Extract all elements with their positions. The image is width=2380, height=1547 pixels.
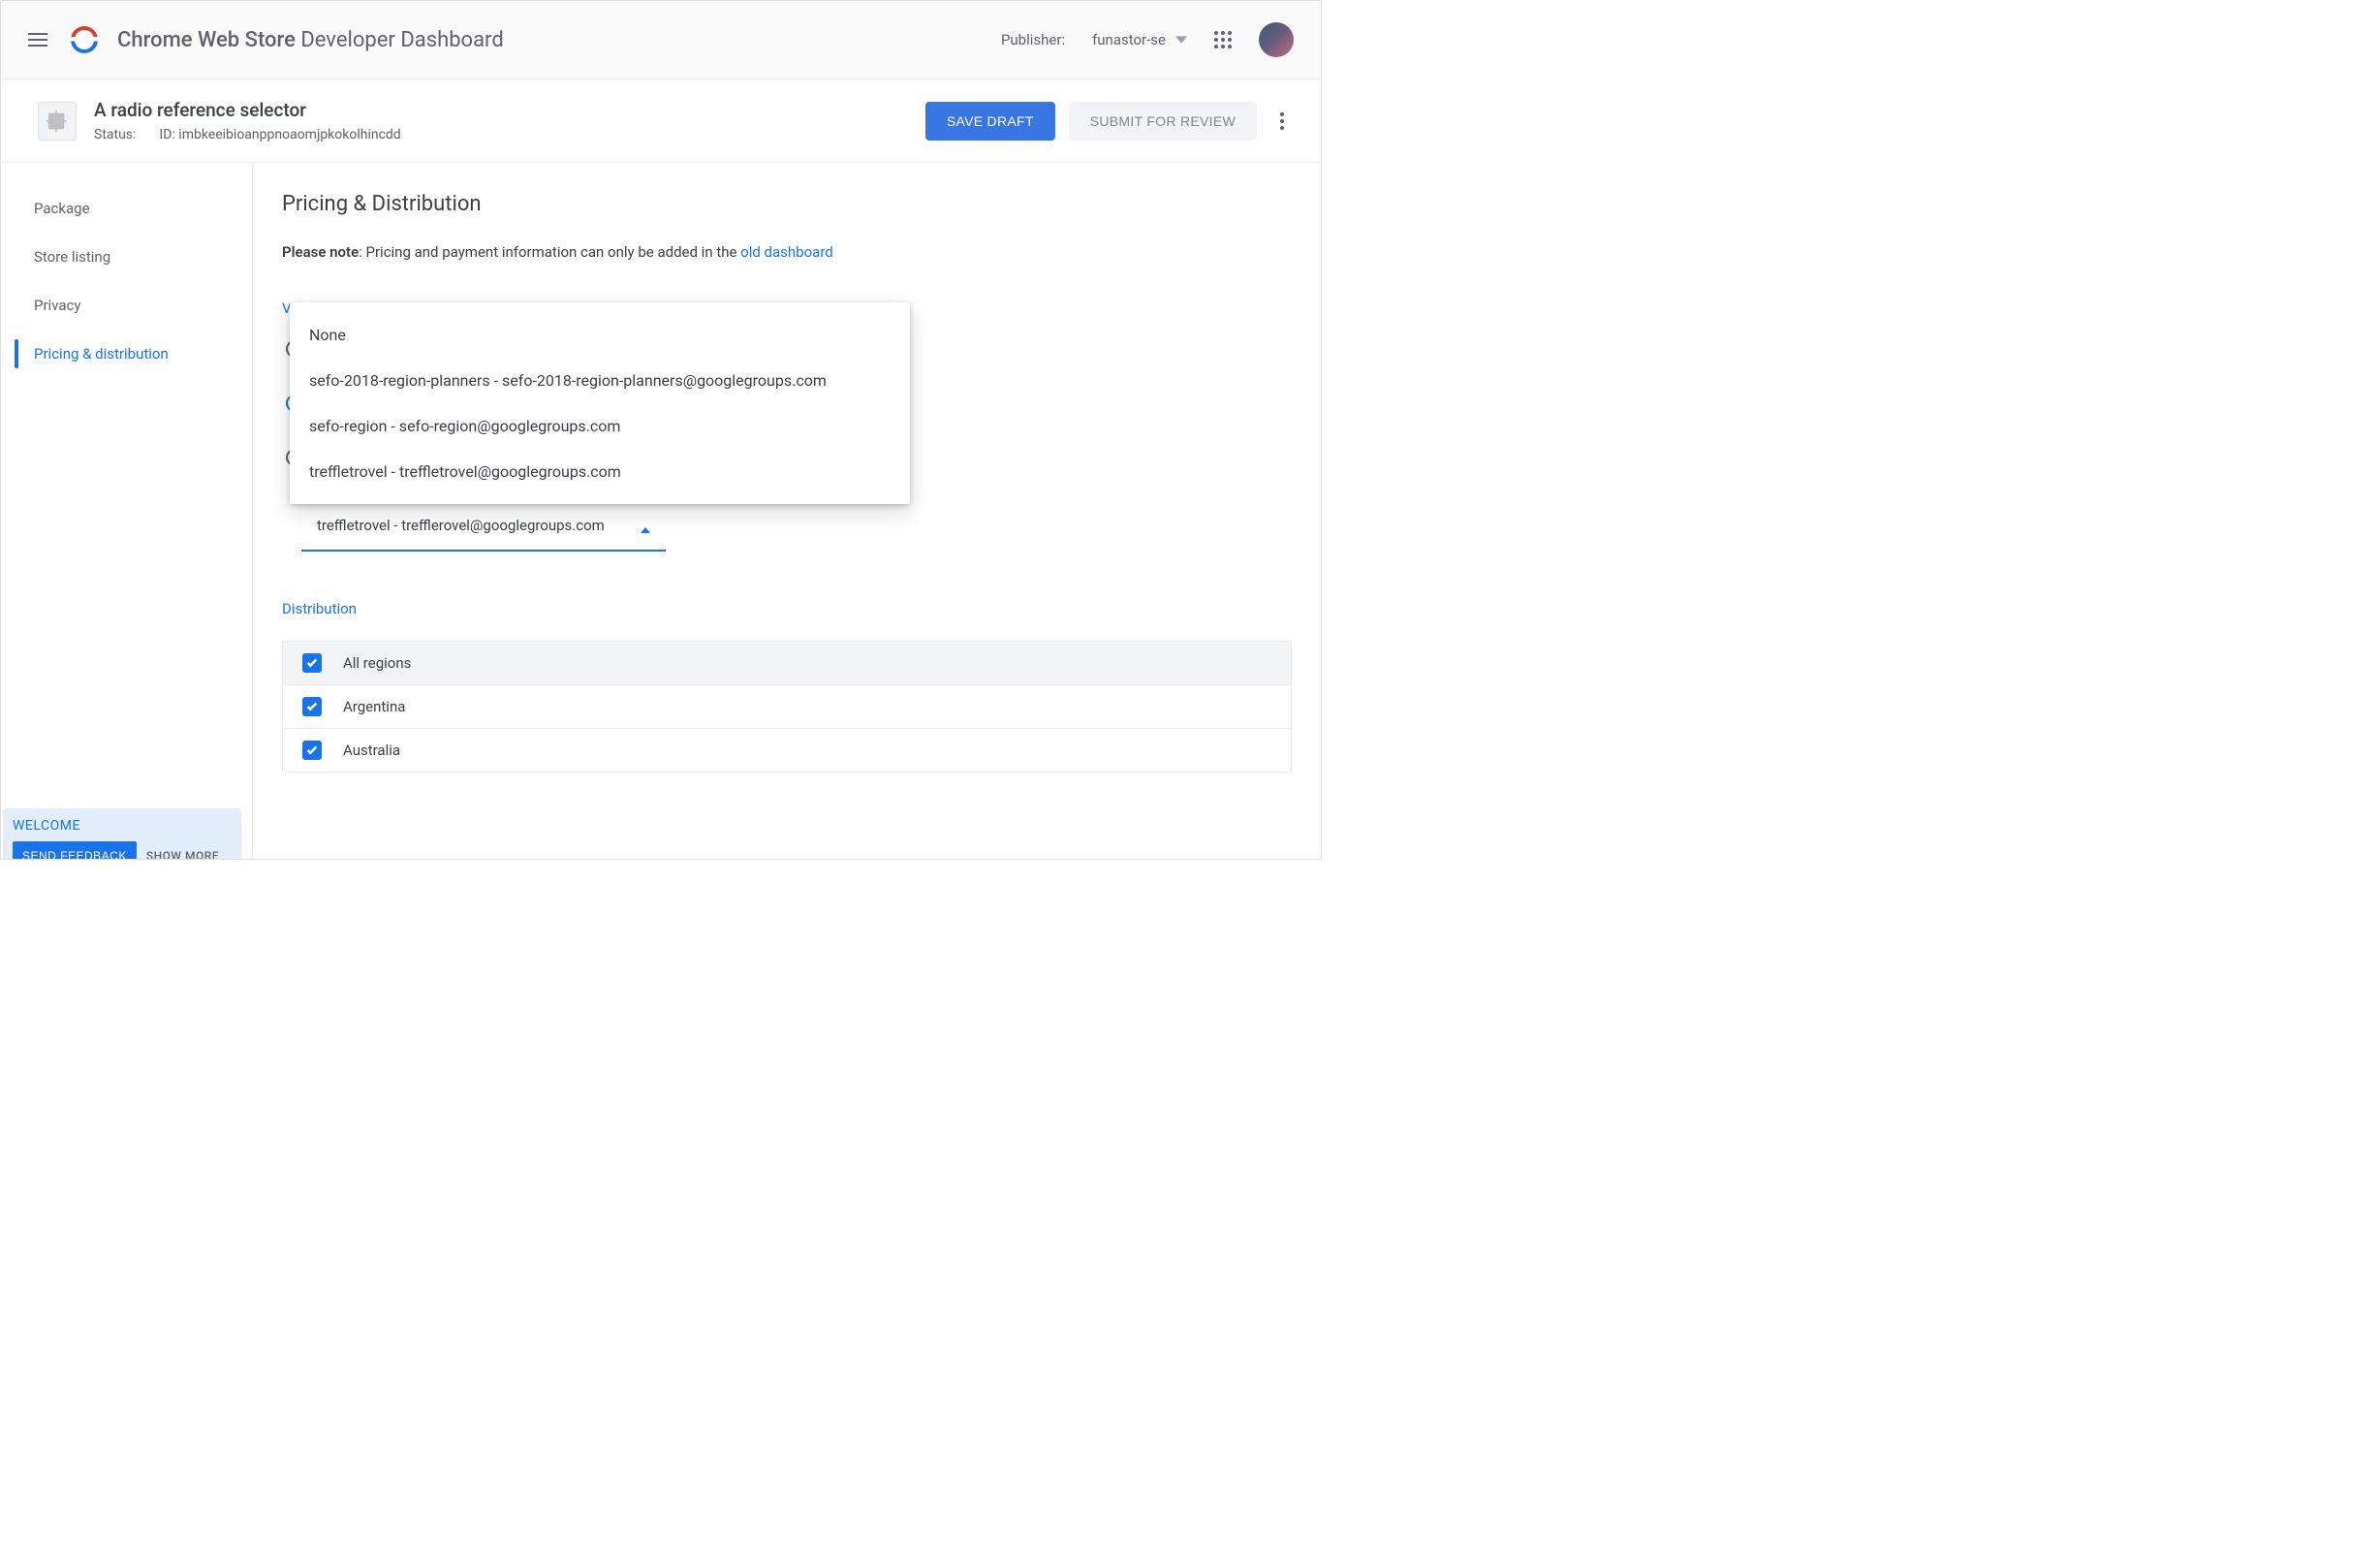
more-menu-icon[interactable]	[1270, 105, 1294, 138]
submit-review-button[interactable]: SUBMIT FOR REVIEW	[1069, 102, 1257, 141]
region-label: Australia	[343, 742, 400, 759]
publisher-label: Publisher:	[1001, 31, 1065, 48]
sidebar: Package Store listing Privacy Pricing & …	[1, 163, 253, 860]
region-label: All regions	[343, 654, 411, 672]
group-select-value: treffletrovel - trefflerovel@googlegroup…	[317, 516, 605, 536]
extension-icon	[38, 102, 77, 141]
region-row: Australia	[283, 728, 1291, 772]
pricing-note: Please note: Pricing and payment informa…	[282, 243, 1292, 261]
group-option-3[interactable]: treffletrovel - treffletrovel@googlegrou…	[290, 449, 910, 494]
item-id-value: imbkeeibioanppnoaomjpkokolhincdd	[178, 127, 400, 142]
old-dashboard-link[interactable]: old dashboard	[740, 243, 833, 261]
note-bold: Please note	[282, 243, 359, 261]
item-name: A radio reference selector	[94, 99, 401, 121]
region-label: Argentina	[343, 698, 405, 715]
group-option-none[interactable]: None	[290, 312, 910, 358]
sidebar-item-pricing-distribution[interactable]: Pricing & distribution	[1, 330, 252, 378]
welcome-title: WELCOME	[13, 818, 232, 834]
group-select-field[interactable]: treffletrovel - trefflerovel@googlegroup…	[301, 503, 666, 552]
chevron-down-icon	[1175, 34, 1187, 46]
region-row-all: All regions	[283, 642, 1291, 684]
item-header-bar: A radio reference selector Status: ID: i…	[1, 79, 1321, 163]
sidebar-item-privacy[interactable]: Privacy	[1, 281, 252, 330]
distribution-header: Distribution	[282, 600, 1292, 617]
apps-grid-icon[interactable]	[1214, 31, 1232, 48]
chevron-up-icon	[641, 521, 650, 541]
chrome-logo-icon	[71, 26, 98, 53]
title-strong: Chrome Web Store	[117, 28, 296, 52]
publisher-dropdown[interactable]: funastor-se	[1092, 31, 1187, 48]
region-checkbox-all[interactable]	[302, 653, 322, 673]
group-option-1[interactable]: sefo-2018-region-planners - sefo-2018-re…	[290, 358, 910, 403]
publisher-value: funastor-se	[1092, 31, 1166, 48]
menu-icon[interactable]	[28, 30, 47, 49]
item-status-label: Status:	[94, 127, 136, 142]
region-checkbox[interactable]	[302, 697, 322, 716]
sidebar-item-store-listing[interactable]: Store listing	[1, 233, 252, 281]
region-checkbox[interactable]	[302, 741, 322, 760]
title-rest: Developer Dashboard	[300, 28, 503, 52]
group-select-menu: None sefo-2018-region-planners - sefo-20…	[290, 302, 910, 504]
welcome-panel: WELCOME SEND FEEDBACK SHOW MORE	[3, 808, 241, 859]
item-id-label: ID:	[159, 127, 174, 142]
avatar[interactable]	[1259, 22, 1294, 57]
show-more-button[interactable]: SHOW MORE	[146, 849, 219, 859]
page-title: Chrome Web Store Developer Dashboard	[117, 28, 504, 52]
note-rest: : Pricing and payment information can on…	[359, 243, 740, 261]
sidebar-item-package[interactable]: Package	[1, 184, 252, 233]
save-draft-button[interactable]: SAVE DRAFT	[925, 102, 1055, 141]
region-row: Argentina	[283, 684, 1291, 728]
distribution-table: All regions Argentina Australia	[282, 641, 1292, 773]
main-content: Pricing & Distribution Please note: Pric…	[253, 163, 1321, 860]
group-option-2[interactable]: sefo-region - sefo-region@googlegroups.c…	[290, 403, 910, 449]
send-feedback-button[interactable]: SEND FEEDBACK	[13, 841, 137, 859]
section-title: Pricing & Distribution	[282, 192, 1292, 216]
top-bar: Chrome Web Store Developer Dashboard Pub…	[1, 1, 1321, 79]
